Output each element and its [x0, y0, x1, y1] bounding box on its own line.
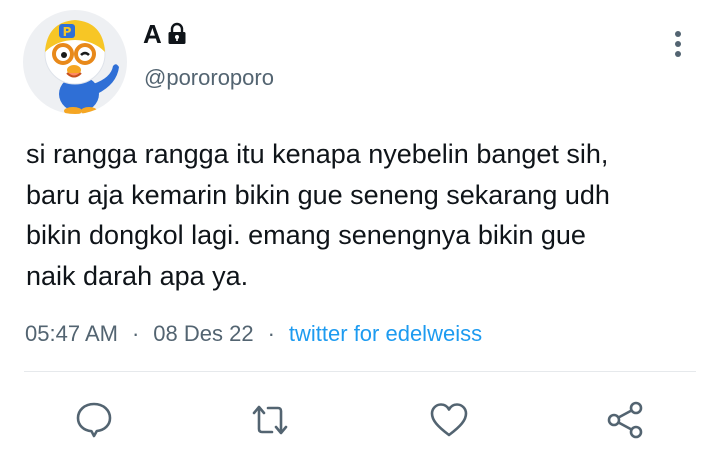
- avatar[interactable]: P: [23, 10, 127, 114]
- tweet-line: baru aja kemarin bikin gue seneng sekara…: [26, 179, 610, 210]
- share-icon: [607, 401, 643, 439]
- tweet-line: si rangga rangga itu kenapa nyebelin ban…: [26, 139, 609, 169]
- lock-icon: [166, 22, 188, 46]
- retweet-icon: [252, 405, 288, 435]
- user-name-row: A: [143, 19, 188, 49]
- meta-separator: ·: [131, 321, 140, 346]
- divider: [24, 371, 696, 372]
- tweet-time[interactable]: 05:47 AM: [25, 320, 118, 348]
- reply-button[interactable]: [72, 398, 116, 442]
- share-button[interactable]: [604, 398, 648, 442]
- like-icon: [430, 403, 468, 437]
- svg-text:P: P: [63, 25, 72, 39]
- user-handle[interactable]: @pororoporo: [144, 64, 274, 92]
- tweet-meta: 05:47 AM · 08 Des 22 · twitter for edelw…: [25, 320, 482, 348]
- retweet-button[interactable]: [248, 398, 292, 442]
- tweet-line: naik darah apa ya.: [26, 261, 249, 292]
- pororo-penguin-avatar-icon: P: [44, 20, 119, 114]
- reply-icon: [76, 402, 112, 438]
- tweet-text: si rangga rangga itu kenapa nyebelin ban…: [26, 134, 696, 297]
- tweet-source-link[interactable]: twitter for edelweiss: [289, 320, 482, 348]
- like-button[interactable]: [427, 398, 471, 442]
- more-options-icon[interactable]: [668, 28, 688, 60]
- tweet-line: bikin dongkol lagi. emang senengnya biki…: [26, 220, 586, 251]
- meta-separator: ·: [267, 321, 275, 346]
- display-name[interactable]: A: [143, 19, 162, 49]
- tweet-date[interactable]: 08 Des 22: [153, 320, 253, 348]
